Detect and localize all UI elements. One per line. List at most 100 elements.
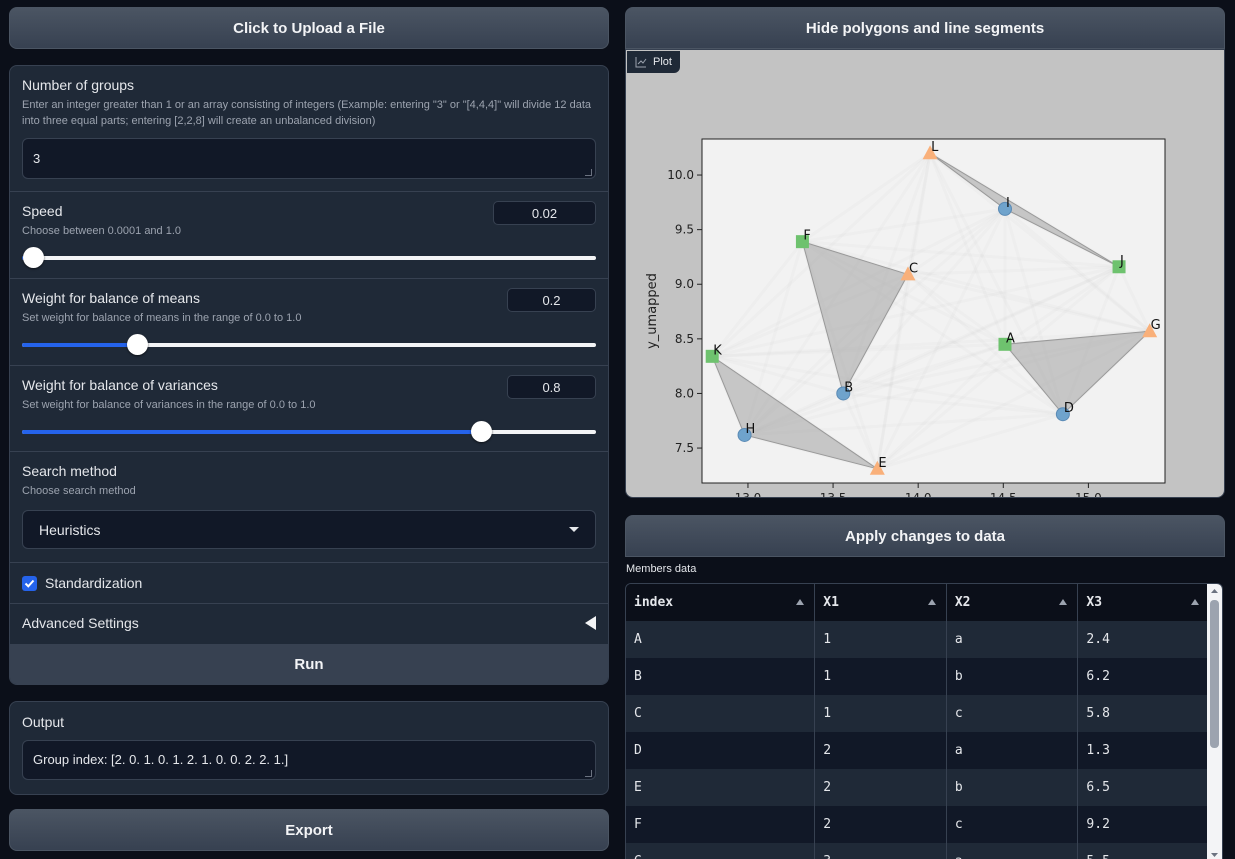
sort-arrow-icon[interactable] <box>1059 599 1068 605</box>
table-cell[interactable]: E <box>626 769 816 806</box>
column-header-label: X1 <box>823 595 839 610</box>
table-cell[interactable]: C <box>626 695 816 732</box>
search-method-dropdown[interactable]: Heuristics <box>22 510 596 549</box>
means-slider[interactable] <box>22 334 596 356</box>
search-method-label: Search method <box>22 463 117 479</box>
table-row[interactable]: E 2 b 6.5 <box>626 769 1210 806</box>
means-number-input[interactable]: 0.2 <box>507 288 596 312</box>
table-cell[interactable]: b <box>946 769 1079 806</box>
table-cell[interactable]: a <box>946 732 1079 769</box>
point-label: B <box>844 380 853 395</box>
groups-block: Number of groups Enter an integer greate… <box>10 66 608 192</box>
table-row[interactable]: A 1 a 2.4 <box>626 621 1210 658</box>
point-label: J <box>1119 254 1124 269</box>
search-method-block: Search method Choose search method Heuri… <box>10 452 608 563</box>
table-cell[interactable]: 6.2 <box>1077 658 1210 695</box>
table-cell[interactable]: 2 <box>814 769 947 806</box>
table-cell[interactable]: 1.3 <box>1077 732 1210 769</box>
members-table: index X1 X2 X3 A 1 a 2.4 B 1 b 6.2 C 1 c 5.8 D 2 a 1.3 E 2 b 6… <box>626 584 1210 859</box>
upload-file-button[interactable]: Click to Upload a File <box>9 7 609 49</box>
slider-thumb[interactable] <box>23 247 45 268</box>
variances-info: Set weight for balance of variances in t… <box>22 399 316 411</box>
table-cell[interactable]: F <box>626 806 816 843</box>
table-cell[interactable]: 2 <box>814 732 947 769</box>
variances-slider[interactable] <box>22 421 596 443</box>
x-tick-label: 15.0 <box>1075 491 1102 497</box>
table-cell[interactable]: c <box>946 806 1079 843</box>
checkmark-icon <box>24 579 35 588</box>
collapse-arrow-icon[interactable] <box>585 616 596 630</box>
table-cell[interactable]: 5.5 <box>1077 843 1210 859</box>
variances-number-input[interactable]: 0.8 <box>507 375 596 399</box>
table-cell[interactable]: 9.2 <box>1077 806 1210 843</box>
output-textbox[interactable]: Group index: [2. 0. 1. 0. 1. 2. 1. 0. 0.… <box>22 740 596 780</box>
speed-number-input[interactable]: 0.02 <box>493 201 596 225</box>
output-panel: Output Group index: [2. 0. 1. 0. 1. 2. 1… <box>9 701 609 795</box>
table-cell[interactable]: 2 <box>814 806 947 843</box>
table-cell[interactable]: 1 <box>814 658 947 695</box>
advanced-settings-accordion[interactable]: Advanced Settings <box>10 604 608 644</box>
table-cell[interactable]: D <box>626 732 816 769</box>
search-method-info: Choose search method <box>22 485 136 497</box>
table-cell[interactable]: a <box>946 621 1079 658</box>
table-cell[interactable]: B <box>626 658 816 695</box>
table-cell[interactable]: 5.8 <box>1077 695 1210 732</box>
settings-panel: Number of groups Enter an integer greate… <box>9 65 609 685</box>
table-cell[interactable]: 1 <box>814 621 947 658</box>
groups-input[interactable]: 3 <box>22 138 596 179</box>
column-header-x3[interactable]: X3 <box>1077 584 1210 621</box>
slider-fill <box>22 430 482 434</box>
standardization-block: Standardization <box>10 563 608 604</box>
y-tick-label: 8.0 <box>675 386 694 400</box>
resize-handle-icon[interactable] <box>585 169 592 176</box>
table-cell[interactable]: a <box>946 843 1079 859</box>
members-data-label: Members data <box>626 563 697 575</box>
table-row[interactable]: B 1 b 6.2 <box>626 658 1210 695</box>
scroll-up-icon[interactable] <box>1207 584 1222 598</box>
sort-arrow-icon[interactable] <box>796 599 805 605</box>
standardization-checkbox[interactable] <box>22 575 37 591</box>
apply-changes-button[interactable]: Apply changes to data <box>625 515 1225 557</box>
column-header-x1[interactable]: X1 <box>814 584 947 621</box>
table-scrollbar[interactable] <box>1207 584 1222 859</box>
table-cell[interactable]: 3 <box>814 843 947 859</box>
point-label: I <box>1006 196 1010 211</box>
table-cell[interactable]: 6.5 <box>1077 769 1210 806</box>
slider-thumb[interactable] <box>471 421 493 442</box>
resize-handle-icon[interactable] <box>585 770 592 777</box>
members-table-container: index X1 X2 X3 A 1 a 2.4 B 1 b 6.2 C 1 c 5.8 D 2 a 1.3 E 2 b 6… <box>625 583 1223 859</box>
table-cell[interactable]: c <box>946 695 1079 732</box>
point-label: G <box>1151 318 1161 333</box>
y-tick-label: 8.5 <box>675 332 694 346</box>
run-button[interactable]: Run <box>10 644 608 684</box>
point-label: A <box>1006 331 1015 346</box>
table-cell[interactable]: 2.4 <box>1077 621 1210 658</box>
table-row[interactable]: C 1 c 5.8 <box>626 695 1210 732</box>
table-cell[interactable]: 1 <box>814 695 947 732</box>
export-button[interactable]: Export <box>9 809 609 851</box>
scrollbar-thumb[interactable] <box>1210 600 1219 748</box>
chevron-down-icon <box>569 527 579 532</box>
speed-slider[interactable] <box>22 247 596 269</box>
table-row[interactable]: G3a5.5 <box>626 843 1210 859</box>
hide-polygons-button[interactable]: Hide polygons and line segments <box>625 7 1225 49</box>
y-tick-label: 9.0 <box>675 277 694 291</box>
column-header-index[interactable]: index <box>626 584 816 621</box>
table-row[interactable]: D 2 a 1.3 <box>626 732 1210 769</box>
table-header-row: index X1 X2 X3 <box>626 584 1210 621</box>
sort-arrow-icon[interactable] <box>927 599 936 605</box>
slider-thumb[interactable] <box>126 334 148 355</box>
point-label: H <box>746 422 756 437</box>
y-tick-label: 9.5 <box>675 223 694 237</box>
table-cell[interactable]: A <box>626 621 816 658</box>
column-header-x2[interactable]: X2 <box>946 584 1079 621</box>
table-cell[interactable]: G <box>626 843 816 859</box>
search-method-value: Heuristics <box>39 521 101 538</box>
slider-fill <box>22 343 137 347</box>
standardization-checkbox-row[interactable]: Standardization <box>22 575 596 591</box>
table-row[interactable]: F 2 c 9.2 <box>626 806 1210 843</box>
sort-arrow-icon[interactable] <box>1191 599 1199 605</box>
scroll-down-icon[interactable] <box>1207 848 1222 859</box>
point-label: D <box>1064 401 1074 416</box>
table-cell[interactable]: b <box>946 658 1079 695</box>
